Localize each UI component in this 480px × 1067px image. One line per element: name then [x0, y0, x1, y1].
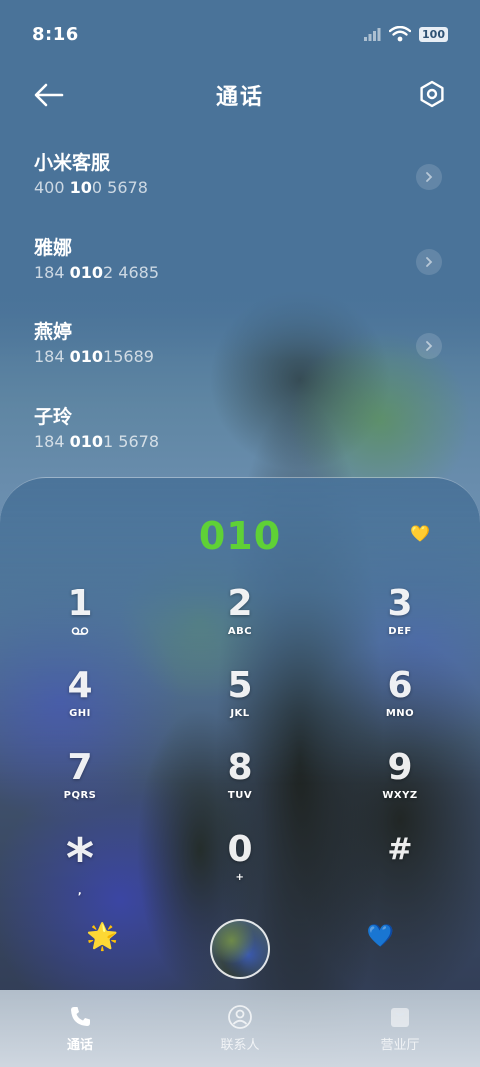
nav-label: 营业厅 — [380, 1038, 420, 1053]
voicemail-icon — [71, 627, 89, 635]
key-letters: , — [77, 886, 83, 897]
person-icon — [228, 1005, 252, 1029]
list-item[interactable]: 子玲 184 0101 5678 — [0, 394, 480, 479]
contact-number: 184 0102 4685 — [34, 261, 446, 285]
chevron-right-icon[interactable] — [416, 164, 442, 190]
list-item[interactable]: 小米客服 400 100 5678 — [0, 140, 480, 225]
nav-label: 联系人 — [220, 1038, 260, 1053]
key-digit: 5 — [227, 665, 253, 706]
nav-tab-store[interactable]: 营业厅 — [320, 990, 480, 1067]
dialed-number[interactable]: 010 — [0, 514, 480, 558]
contact-name: 雅娜 — [34, 236, 73, 259]
key-9[interactable]: 9 WXYZ — [320, 742, 480, 824]
page-title: 通话 — [215, 85, 264, 110]
key-letters: PQRS — [63, 790, 97, 801]
list-item[interactable]: 燕婷 184 01015689 — [0, 309, 480, 394]
battery-icon: 100 — [419, 26, 448, 42]
key-letters: + — [235, 872, 245, 883]
key-digit: 0 — [227, 829, 253, 870]
key-digit: 3 — [387, 583, 413, 624]
contact-name: 燕婷 — [34, 321, 73, 343]
number-suffix: 1 5678 — [103, 431, 160, 451]
key-0[interactable]: 0 + — [160, 824, 320, 906]
number-prefix: 400 — [34, 178, 70, 197]
key-digit: 4 — [67, 665, 93, 706]
settings-icon[interactable] — [418, 80, 446, 108]
sparkle-star-icon[interactable]: 🌟 — [86, 922, 118, 952]
key-digit: # — [387, 832, 413, 867]
key-digit: * — [65, 827, 95, 890]
number-prefix: 184 — [34, 431, 70, 451]
wifi-icon — [389, 26, 412, 42]
key-hash[interactable]: # — [320, 824, 480, 906]
keypad-row: 1 2 ABC 3 DEF — [0, 578, 480, 660]
key-4[interactable]: 4 GHI — [0, 660, 160, 742]
contact-suggestion-list: 小米客服 400 100 5678 雅娜 184 0102 4685 燕婷 18… — [0, 140, 480, 478]
phone-icon — [71, 1007, 90, 1026]
nav-tab-calls[interactable]: 通话 — [0, 990, 160, 1067]
key-2[interactable]: 2 ABC — [160, 578, 320, 660]
dialer-panel: 010 💛 1 2 ABC 3 DEF 4 GHI 5 JKL 6 MNO 7 … — [0, 477, 480, 990]
yellow-heart-icon[interactable]: 💛 — [410, 524, 430, 543]
key-1[interactable]: 1 — [0, 578, 160, 660]
chevron-right-icon[interactable] — [416, 333, 442, 359]
nav-label: 通话 — [66, 1038, 93, 1053]
store-icon — [391, 1008, 409, 1027]
signal-icon — [364, 28, 381, 41]
list-item[interactable]: 雅娜 184 0102 4685 — [0, 225, 480, 310]
key-star[interactable]: * , — [0, 824, 160, 906]
number-suffix: 2 4685 — [103, 262, 160, 282]
number-match: 010 — [69, 262, 104, 282]
status-bar: 8:16 100 — [0, 0, 480, 68]
key-7[interactable]: 7 PQRS — [0, 742, 160, 824]
contact-number: 184 01015689 — [34, 345, 446, 369]
key-5[interactable]: 5 JKL — [160, 660, 320, 742]
number-match: 010 — [69, 431, 104, 451]
key-3[interactable]: 3 DEF — [320, 578, 480, 660]
dialer-actions: 🌟 💙 — [0, 918, 480, 982]
key-letters: MNO — [385, 708, 415, 719]
key-digit: 7 — [67, 747, 93, 788]
contact-name: 子玲 — [34, 405, 73, 428]
blue-heart-icon[interactable]: 💙 — [367, 924, 394, 949]
number-prefix: 184 — [34, 347, 70, 366]
keypad: 1 2 ABC 3 DEF 4 GHI 5 JKL 6 MNO 7 PQRS 8… — [0, 578, 480, 906]
key-letters: GHI — [69, 708, 91, 719]
key-digit: 1 — [67, 583, 93, 624]
key-8[interactable]: 8 TUV — [160, 742, 320, 824]
keypad-row: 4 GHI 5 JKL 6 MNO — [0, 660, 480, 742]
number-suffix: 0 5678 — [91, 178, 148, 197]
key-letters: WXYZ — [382, 790, 418, 801]
key-letters: ABC — [227, 626, 253, 637]
keypad-row: 7 PQRS 8 TUV 9 WXYZ — [0, 742, 480, 824]
key-digit: 8 — [227, 747, 253, 788]
number-match: 010 — [69, 347, 104, 366]
keypad-row: * , 0 + # — [0, 824, 480, 906]
contact-number: 184 0101 5678 — [34, 430, 446, 454]
key-digit: 2 — [227, 583, 253, 624]
key-6[interactable]: 6 MNO — [320, 660, 480, 742]
key-digit: 9 — [387, 747, 413, 788]
chevron-right-icon[interactable] — [416, 248, 442, 275]
back-arrow-icon[interactable] — [32, 80, 66, 110]
status-time: 8:16 — [32, 23, 79, 45]
call-button[interactable] — [210, 919, 270, 979]
key-letters: DEF — [388, 626, 412, 637]
key-letters: JKL — [230, 708, 250, 719]
contact-name: 小米客服 — [34, 152, 111, 174]
bottom-nav: 通话 联系人 营业厅 — [0, 990, 480, 1067]
number-match: 10 — [69, 178, 92, 197]
number-prefix: 184 — [34, 262, 70, 282]
contact-number: 400 100 5678 — [34, 176, 446, 200]
header: 通话 — [0, 70, 480, 120]
status-icons: 100 — [363, 26, 448, 42]
key-digit: 6 — [387, 665, 413, 706]
nav-tab-contacts[interactable]: 联系人 — [160, 990, 320, 1067]
number-suffix: 15689 — [103, 347, 154, 366]
key-letters: TUV — [227, 790, 253, 801]
